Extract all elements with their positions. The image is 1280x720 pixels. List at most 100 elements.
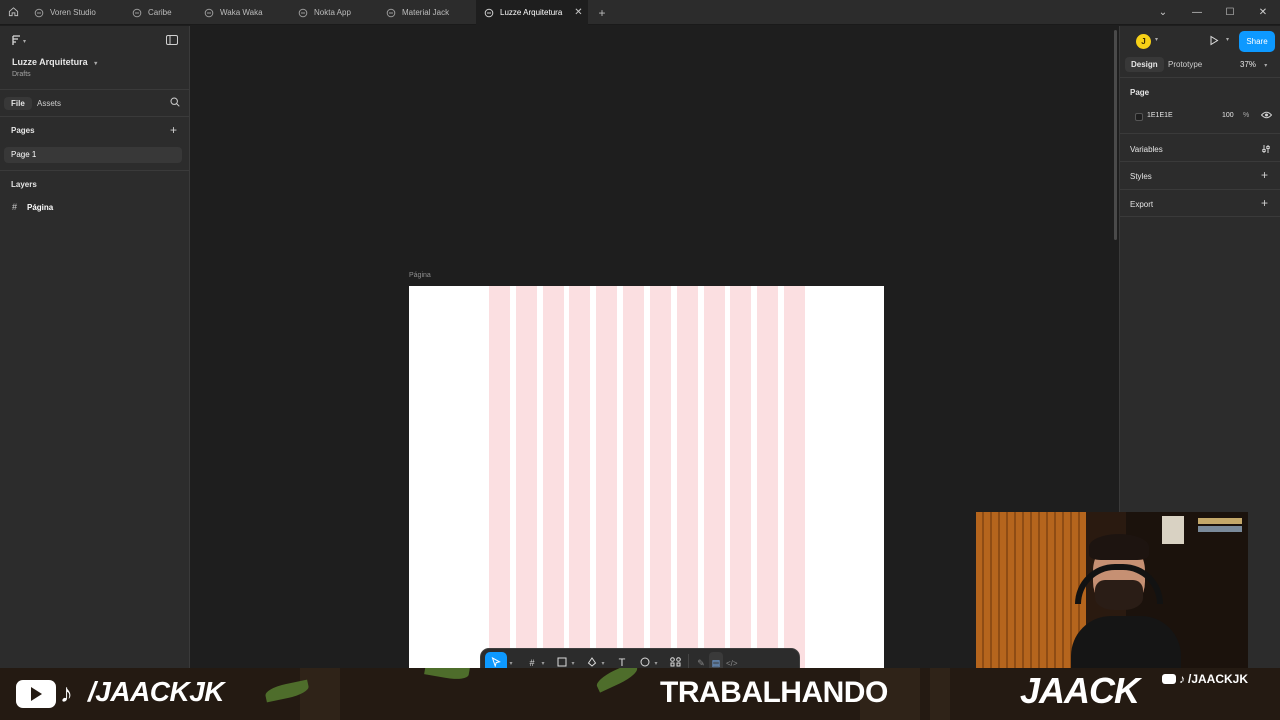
present-button[interactable] <box>1209 35 1219 48</box>
grid-column <box>489 286 510 668</box>
variables-label: Variables <box>1130 145 1163 154</box>
left-sidebar: ▾ Luzze Arquitetura ▾ Drafts File Assets… <box>0 26 190 668</box>
sidebar-toggle-icon <box>166 35 178 47</box>
grid-column <box>542 286 564 668</box>
overlay-decoration <box>300 668 340 720</box>
layers-title: Layers <box>11 180 37 189</box>
tab-file[interactable]: File <box>4 97 32 110</box>
pages-title: Pages <box>11 126 35 135</box>
close-window-button[interactable]: ✕ <box>1246 0 1280 25</box>
file-name[interactable]: Luzze Arquitetura ▾ <box>12 57 97 67</box>
export-label: Export <box>1130 200 1154 209</box>
tab-caribe[interactable]: Caribe <box>124 0 196 25</box>
youtube-icon <box>1162 674 1176 684</box>
stream-overlay-bar: ♪ /JAACKJK TRABALHANDO JAACK ♪ /JAACKJK <box>0 668 1280 720</box>
tab-label: Nokta App <box>314 8 351 17</box>
page-opacity-input[interactable]: 100 <box>1222 112 1234 119</box>
page-section-title: Page <box>1130 88 1150 97</box>
tab-assets[interactable]: Assets <box>37 99 61 108</box>
chevron-down-icon[interactable]: ▾ <box>1155 36 1158 43</box>
figma-file-icon <box>34 8 44 18</box>
frame-label[interactable]: Página <box>409 272 431 279</box>
variables-button[interactable] <box>1261 144 1271 156</box>
grid-column <box>623 286 645 668</box>
divider <box>0 170 190 171</box>
divider <box>1120 133 1280 134</box>
zoom-dropdown[interactable]: 37% ▾ <box>1240 60 1267 69</box>
divider <box>0 89 190 90</box>
styles-label: Styles <box>1130 172 1152 181</box>
figma-file-icon <box>386 8 396 18</box>
percent-label: % <box>1243 112 1250 119</box>
toggle-sidebar-button[interactable] <box>166 35 178 47</box>
main-menu-button[interactable]: ▾ <box>12 35 26 48</box>
tiktok-icon: ♪ <box>1179 672 1185 686</box>
page-item-page-1[interactable]: Page 1 <box>4 147 182 163</box>
tab-voren-studio[interactable]: Voren Studio <box>26 0 124 25</box>
chevron-down-icon: ▾ <box>94 61 98 67</box>
minimize-button[interactable]: — <box>1180 0 1214 25</box>
add-style-button[interactable]: + <box>1261 168 1268 182</box>
leaf-decoration <box>594 668 640 693</box>
minimize-icon: — <box>1192 7 1202 18</box>
tab-material-jack[interactable]: Material Jack <box>378 0 476 25</box>
play-icon <box>1209 35 1219 48</box>
figma-file-icon <box>298 8 308 18</box>
canvas-scrollbar[interactable] <box>1114 30 1117 240</box>
design-mode-icon: ▤ <box>711 657 721 668</box>
tab-design[interactable]: Design <box>1125 57 1164 72</box>
grid-column <box>676 286 698 668</box>
tab-waka-waka[interactable]: Waka Waka <box>196 0 290 25</box>
page-color-hex[interactable]: 1E1E1E <box>1147 112 1173 119</box>
divider <box>1120 216 1280 217</box>
home-button[interactable] <box>0 0 26 25</box>
grid-column <box>757 286 779 668</box>
tab-prototype[interactable]: Prototype <box>1168 60 1202 69</box>
tab-label: Waka Waka <box>220 8 263 17</box>
divider <box>0 116 190 117</box>
plus-icon: + <box>170 123 178 137</box>
new-tab-button[interactable]: + <box>592 0 612 25</box>
close-icon: ✕ <box>1258 7 1268 18</box>
add-page-button[interactable]: + <box>170 123 177 137</box>
figma-file-icon <box>132 8 142 18</box>
headphones <box>1075 564 1163 604</box>
close-tab-icon[interactable]: ✕ <box>574 7 582 18</box>
webcam-book <box>1198 518 1242 524</box>
search-button[interactable] <box>170 97 180 109</box>
plus-icon: + <box>1261 168 1269 182</box>
eye-icon <box>1260 111 1273 121</box>
webcam-book <box>1198 526 1242 532</box>
grid-column <box>783 286 805 668</box>
chevron-down-icon[interactable]: ▾ <box>1226 36 1229 43</box>
tab-label: Luzze Arquitetura <box>500 8 563 17</box>
avatar[interactable]: J <box>1136 34 1151 49</box>
leaf-decoration <box>424 668 470 682</box>
tab-nokta-app[interactable]: Nokta App <box>290 0 378 25</box>
overlay-brand-logo: JAACK <box>1020 670 1140 711</box>
tab-luzze-arquitetura[interactable]: Luzze Arquitetura ✕ <box>476 0 588 25</box>
webcam-person <box>1071 532 1181 668</box>
layout-grid <box>489 286 805 668</box>
frame-pagina[interactable] <box>409 286 884 668</box>
chevron-down-icon: ⌄ <box>1158 7 1168 18</box>
zoom-value: 37% <box>1240 60 1257 69</box>
chevron-down-icon: ▾ <box>23 39 27 45</box>
home-icon <box>8 6 19 19</box>
file-location[interactable]: Drafts <box>12 71 31 78</box>
maximize-button[interactable]: ☐ <box>1213 0 1247 25</box>
share-button[interactable]: Share <box>1239 31 1275 52</box>
overlay-status: TRABALHANDO <box>660 676 888 709</box>
chevron-down-icon: ▾ <box>1264 63 1268 69</box>
layer-item-pagina[interactable]: # Página <box>4 200 182 216</box>
plus-icon: + <box>1261 196 1269 210</box>
overlay-decoration <box>930 668 950 720</box>
webcam-overlay <box>976 512 1248 668</box>
add-export-button[interactable]: + <box>1261 196 1268 210</box>
visibility-toggle[interactable] <box>1260 111 1273 121</box>
page-color-swatch[interactable] <box>1135 113 1143 121</box>
layer-label: Página <box>27 203 54 212</box>
figma-file-icon <box>204 8 214 18</box>
grid-column <box>730 286 752 668</box>
tabs-dropdown-button[interactable]: ⌄ <box>1146 0 1180 25</box>
